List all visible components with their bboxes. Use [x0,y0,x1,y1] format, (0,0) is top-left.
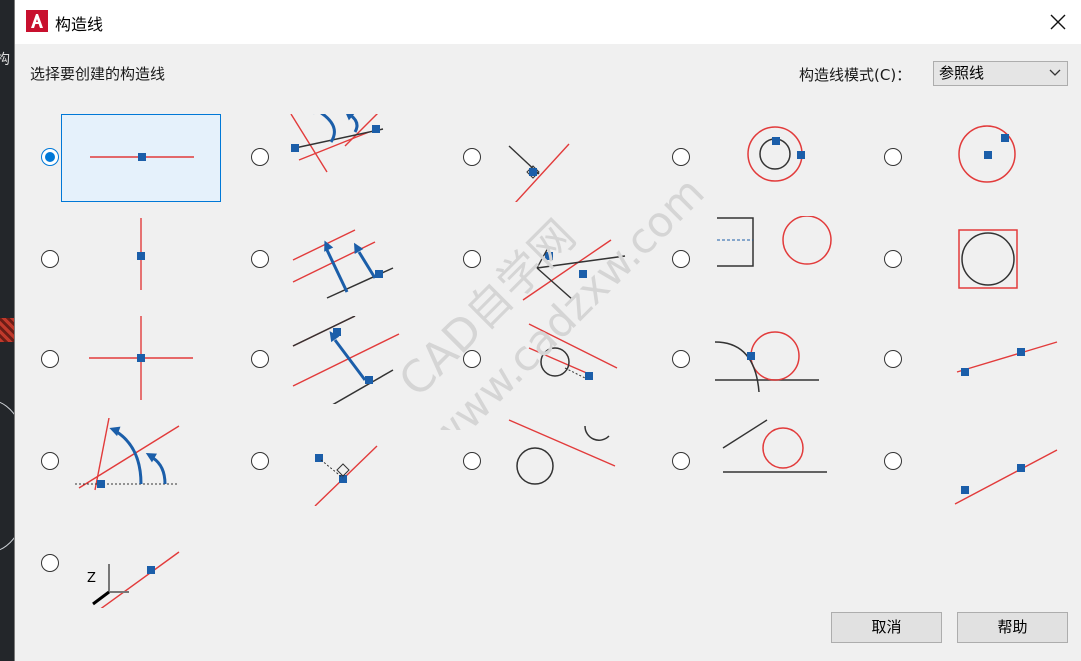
dialog-title: 构造线 [55,15,104,34]
close-button[interactable] [1035,0,1081,44]
option-radio[interactable] [41,554,59,572]
tangent-circle-arc-icon [714,331,819,393]
option-preview[interactable] [273,216,433,304]
option-radio[interactable] [463,452,481,470]
mode-label: 构造线模式(C)： [799,66,912,84]
option-preview[interactable] [273,114,433,202]
option-radio[interactable] [41,350,59,368]
angle-arcs-icon [75,418,180,491]
angle-to-line-icon [290,114,384,173]
option-preview[interactable] [273,418,433,506]
background-text: 构 [0,52,10,68]
option-radio[interactable] [463,350,481,368]
option-radio[interactable] [884,148,902,166]
svg-text:Z: Z [87,571,96,586]
option-radio[interactable] [672,148,690,166]
tangent-circle-offset-icon [528,323,618,380]
ucs-line-icon: Z [87,551,180,608]
option-radio[interactable] [41,250,59,268]
offset-from-object-icon [717,216,832,267]
option-radio[interactable] [884,452,902,470]
option-preview[interactable] [907,418,1067,506]
option-preview[interactable] [485,216,645,304]
option-radio[interactable] [884,250,902,268]
concentric-circles-icon [747,126,805,182]
title-bar: 构造线 [15,0,1081,44]
circle-through-point-icon [958,125,1016,183]
option-preview[interactable] [907,114,1067,202]
option-radio[interactable] [463,250,481,268]
option-preview[interactable]: Z [61,520,221,608]
option-radio[interactable] [672,452,690,470]
option-preview[interactable] [907,216,1067,304]
option-preview[interactable] [695,418,855,506]
option-radio[interactable] [884,350,902,368]
option-preview[interactable] [61,316,221,404]
option-radio[interactable] [251,250,269,268]
option-preview[interactable] [907,316,1067,404]
cross-xline-icon [89,316,193,400]
option-preview[interactable] [485,114,645,202]
option-preview[interactable] [695,316,855,404]
close-icon [1050,14,1066,30]
two-point-line-icon [956,341,1058,376]
mode-select-value: 参照线 [939,64,985,82]
help-button[interactable]: 帮助 [957,612,1068,643]
option-preview[interactable] [61,418,221,506]
offset-arrow-icon [292,316,400,404]
xline-dialog: 构造线 选择要创建的构造线 构造线模式(C)： 参照线 Z CAD自学网 www… [14,0,1081,661]
perpendicular-point-icon [314,445,378,506]
two-point-line-alt-icon [954,449,1058,505]
option-preview[interactable] [61,114,221,202]
prompt-label: 选择要创建的构造线 [30,65,166,83]
bisect-angle-icon [508,143,570,202]
cancel-button[interactable]: 取消 [831,612,942,643]
option-radio[interactable] [41,452,59,470]
chevron-down-icon [1049,69,1061,76]
option-preview[interactable] [695,216,855,304]
option-radio[interactable] [463,148,481,166]
option-radio[interactable] [251,452,269,470]
option-preview[interactable] [485,418,645,506]
option-preview[interactable] [273,316,433,404]
tangent-circle-line-icon [722,419,827,473]
option-preview[interactable] [695,114,855,202]
mode-select[interactable]: 参照线 [933,61,1068,86]
autocad-logo-icon [26,10,48,32]
option-preview[interactable] [485,316,645,404]
vertical-xline-icon [137,218,145,290]
horizontal-xline-icon [90,153,194,161]
option-radio[interactable] [251,148,269,166]
angle-from-line-icon [522,239,626,301]
circle-in-square-icon [958,229,1018,289]
option-preview[interactable] [61,216,221,304]
option-radio[interactable] [672,250,690,268]
option-radio[interactable] [672,350,690,368]
option-radio[interactable] [41,148,59,166]
parallel-arrows-icon [292,229,394,299]
tangent-two-circles-icon [508,419,616,485]
option-radio[interactable] [251,350,269,368]
